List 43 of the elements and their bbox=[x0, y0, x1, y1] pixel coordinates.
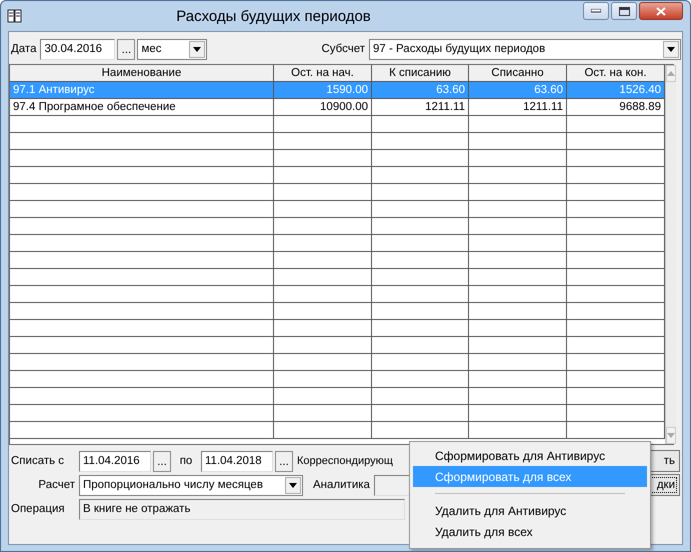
table-cell: 1211.11 bbox=[469, 99, 567, 115]
menu-item[interactable]: Удалить для всех bbox=[413, 521, 647, 542]
table-row[interactable]: 97.4 Програмное обеспечение 10900.00 1211.11 1211.11 9688.89 bbox=[10, 99, 665, 116]
table-cell: 97.4 Програмное обеспечение bbox=[10, 99, 274, 115]
to-date-field[interactable]: 11.04.2018 bbox=[201, 450, 273, 472]
column-header[interactable]: Наименование bbox=[10, 65, 274, 81]
period-dropdown[interactable]: мес bbox=[137, 38, 208, 60]
subaccount-dropdown[interactable]: 97 - Расходы будущих периодов bbox=[369, 38, 681, 60]
table-cell: 97.1 Антивирус bbox=[10, 82, 274, 98]
date-picker-button[interactable]: ... bbox=[153, 450, 171, 472]
minimize-button[interactable] bbox=[583, 2, 609, 20]
table-cell: 1211.11 bbox=[372, 99, 469, 115]
table-cell: 63.60 bbox=[469, 82, 567, 98]
close-button[interactable] bbox=[639, 2, 683, 20]
menu-item[interactable]: Сформировать для Антивирус bbox=[413, 445, 647, 466]
analytics-label: Аналитика bbox=[312, 479, 371, 491]
operation-label: Операция bbox=[10, 503, 66, 515]
to-label: по bbox=[178, 455, 194, 467]
operation-field[interactable]: В книге не отражать bbox=[79, 498, 405, 520]
from-date-field[interactable]: 11.04.2016 bbox=[79, 450, 151, 472]
table-cell: 10900.00 bbox=[274, 99, 372, 115]
calculation-dropdown[interactable]: Пропорционально числу месяцев bbox=[79, 474, 303, 496]
subaccount-label: Субсчет bbox=[320, 43, 366, 55]
maximize-icon bbox=[618, 6, 630, 16]
menu-item[interactable]: Удалить для Антивирус bbox=[413, 500, 647, 521]
column-header[interactable]: Ост. на нач. bbox=[274, 65, 372, 81]
column-header[interactable]: К списанию bbox=[372, 65, 469, 81]
close-icon bbox=[656, 6, 666, 16]
date-picker-button[interactable]: ... bbox=[275, 450, 293, 472]
date-field[interactable]: 30.04.2016 bbox=[40, 38, 116, 60]
column-header[interactable]: Списанно bbox=[469, 65, 567, 81]
date-label: Дата bbox=[10, 43, 38, 55]
write-off-from-label: Списать с bbox=[10, 455, 66, 467]
maximize-button[interactable] bbox=[611, 2, 637, 20]
table-cell: 1590.00 bbox=[274, 82, 372, 98]
book-icon bbox=[6, 7, 24, 25]
date-picker-button[interactable]: ... bbox=[117, 38, 136, 60]
corresponding-label: Корреспондирующ bbox=[296, 455, 394, 467]
window-title: Расходы будущих периодов bbox=[175, 8, 372, 24]
column-header[interactable]: Ост. на кон. bbox=[567, 65, 665, 81]
table-cell: 63.60 bbox=[372, 82, 469, 98]
minimize-icon bbox=[591, 9, 601, 13]
calculation-label: Расчет bbox=[37, 479, 76, 491]
